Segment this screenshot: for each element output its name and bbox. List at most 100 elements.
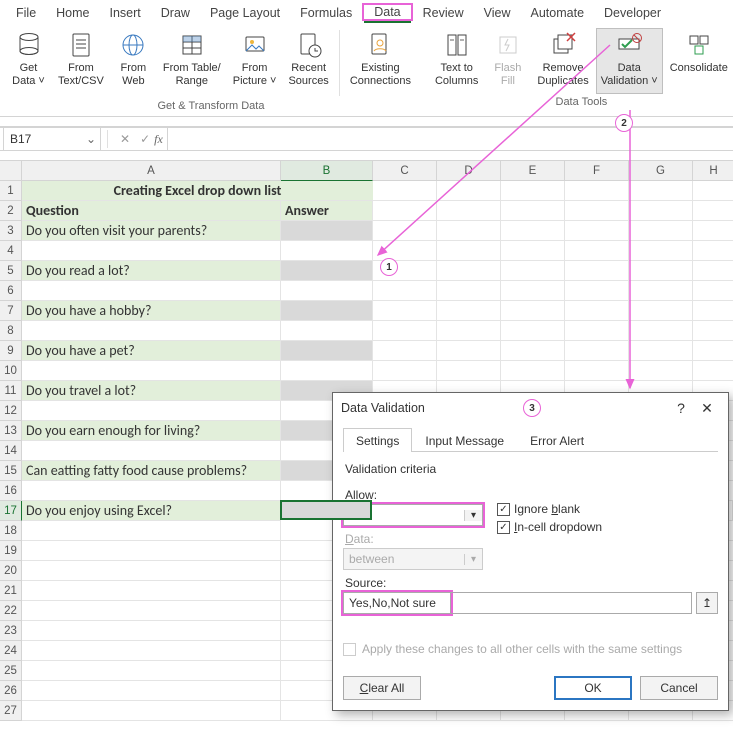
cell[interactable] (437, 321, 501, 341)
text-to-columns-button[interactable]: Text toColumns (430, 28, 483, 94)
chevron-down-icon[interactable]: ⌄ (84, 132, 98, 146)
flash-fill-button[interactable]: FlashFill (485, 28, 530, 94)
rowhdr-12[interactable]: 12 (0, 401, 22, 421)
cell[interactable]: Do you read a lot? (22, 261, 281, 281)
cell[interactable] (565, 261, 629, 281)
cell[interactable] (565, 201, 629, 221)
cell[interactable]: Question (22, 201, 281, 221)
cell[interactable] (629, 221, 693, 241)
cell[interactable] (565, 181, 629, 201)
cell[interactable] (22, 541, 281, 561)
rowhdr-10[interactable]: 10 (0, 361, 22, 381)
cell[interactable] (501, 321, 565, 341)
tab-error-alert[interactable]: Error Alert (517, 428, 597, 452)
range-selector-icon[interactable]: ↥ (696, 592, 718, 614)
existing-connections-button[interactable]: ExistingConnections (345, 28, 416, 94)
fx-icon[interactable]: fx (154, 132, 163, 147)
from-picture-button[interactable]: FromPicture ˅ (228, 28, 282, 94)
in-cell-dropdown-checkbox[interactable]: ✓ In-cell dropdown (497, 520, 602, 534)
cell[interactable] (22, 361, 281, 381)
cell[interactable] (501, 361, 565, 381)
cell[interactable] (565, 221, 629, 241)
cell[interactable] (437, 181, 501, 201)
cell[interactable]: Do you earn enough for living? (22, 421, 281, 441)
rowhdr-23[interactable]: 23 (0, 621, 22, 641)
cell[interactable] (693, 301, 733, 321)
rowhdr-27[interactable]: 27 (0, 701, 22, 721)
cell[interactable] (281, 241, 373, 261)
rowhdr-4[interactable]: 4 (0, 241, 22, 261)
cell[interactable] (280, 500, 372, 520)
rowhdr-19[interactable]: 19 (0, 541, 22, 561)
cell[interactable] (22, 661, 281, 681)
cell[interactable] (373, 301, 437, 321)
cell[interactable] (22, 621, 281, 641)
rowhdr-9[interactable]: 9 (0, 341, 22, 361)
cell[interactable] (373, 341, 437, 361)
cell[interactable] (565, 321, 629, 341)
cell[interactable] (22, 641, 281, 661)
from-text-csv-button[interactable]: FromText/CSV (53, 28, 109, 94)
cell[interactable] (501, 341, 565, 361)
cell[interactable] (437, 301, 501, 321)
rowhdr-5[interactable]: 5 (0, 261, 22, 281)
cell[interactable] (501, 281, 565, 301)
cell[interactable] (373, 201, 437, 221)
cell[interactable]: Answer (281, 201, 373, 221)
rowhdr-16[interactable]: 16 (0, 481, 22, 501)
rowhdr-6[interactable]: 6 (0, 281, 22, 301)
cell[interactable] (22, 441, 281, 461)
cell[interactable] (629, 321, 693, 341)
cell[interactable]: Do you enjoy using Excel? (22, 501, 281, 521)
colhdr-B[interactable]: B (281, 161, 373, 181)
colhdr-E[interactable]: E (501, 161, 565, 181)
cell[interactable] (22, 701, 281, 721)
cell[interactable] (565, 361, 629, 381)
rowhdr-3[interactable]: 3 (0, 221, 22, 241)
cell[interactable] (281, 301, 373, 321)
cell[interactable] (373, 221, 437, 241)
cell[interactable] (629, 301, 693, 321)
cell[interactable] (629, 281, 693, 301)
tab-review[interactable]: Review (413, 3, 474, 22)
rowhdr-17[interactable]: 17 (0, 501, 22, 521)
cell[interactable] (565, 281, 629, 301)
cell[interactable] (22, 281, 281, 301)
cell[interactable] (437, 221, 501, 241)
cell[interactable] (437, 281, 501, 301)
formula-input[interactable] (167, 128, 733, 150)
clear-all-button[interactable]: Clear All (343, 676, 421, 700)
close-icon[interactable]: ✕ (694, 400, 720, 417)
cell[interactable] (629, 361, 693, 381)
rowhdr-22[interactable]: 22 (0, 601, 22, 621)
cell[interactable] (565, 241, 629, 261)
colhdr-A[interactable]: A (22, 161, 281, 181)
cell[interactable] (693, 321, 733, 341)
tab-draw[interactable]: Draw (151, 3, 200, 22)
ignore-blank-checkbox[interactable]: ✓ Ignore blank (497, 502, 602, 516)
cell[interactable] (281, 361, 373, 381)
rowhdr-20[interactable]: 20 (0, 561, 22, 581)
enter-formula-icon[interactable]: ✓ (140, 132, 150, 146)
cell[interactable] (629, 201, 693, 221)
cell[interactable] (437, 241, 501, 261)
cell[interactable] (281, 321, 373, 341)
cell[interactable] (693, 181, 733, 201)
cell[interactable] (437, 201, 501, 221)
cell[interactable] (629, 241, 693, 261)
cell[interactable] (501, 261, 565, 281)
cell[interactable] (693, 241, 733, 261)
cell[interactable] (437, 361, 501, 381)
rowhdr-8[interactable]: 8 (0, 321, 22, 341)
cell[interactable] (565, 341, 629, 361)
consolidate-button[interactable]: Consolidate (665, 28, 733, 94)
cell[interactable] (281, 341, 373, 361)
tab-formulas[interactable]: Formulas (290, 3, 362, 22)
cell[interactable]: Creating Excel drop down list (22, 181, 373, 201)
colhdr-C[interactable]: C (373, 161, 437, 181)
cell[interactable]: Do you often visit your parents? (22, 221, 281, 241)
name-box[interactable]: B17 ⌄ (3, 128, 101, 150)
cell[interactable] (22, 321, 281, 341)
tab-data[interactable]: Data (364, 1, 410, 23)
cell[interactable] (629, 261, 693, 281)
